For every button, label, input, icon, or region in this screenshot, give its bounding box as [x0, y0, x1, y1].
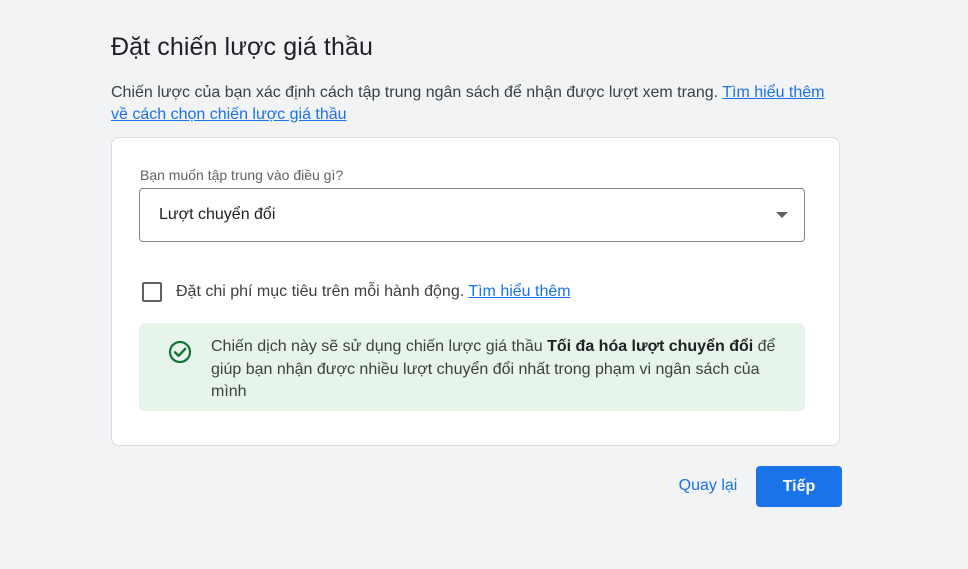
target-cost-row: Đặt chi phí mục tiêu trên mỗi hành động.…	[142, 281, 571, 303]
check-circle-icon	[168, 340, 192, 364]
strategy-info-text: Chiến dịch này sẽ sử dụng chiến lược giá…	[211, 336, 781, 404]
strategy-info-box: Chiến dịch này sẽ sử dụng chiến lược giá…	[139, 323, 805, 411]
info-text-before: Chiến dịch này sẽ sử dụng chiến lược giá…	[211, 338, 548, 355]
intro-text: Chiến lược của bạn xác định cách tập tru…	[111, 84, 723, 101]
focus-select-value: Lượt chuyển đổi	[159, 206, 276, 223]
next-button[interactable]: Tiếp	[756, 466, 842, 507]
dropdown-arrow-icon	[776, 212, 788, 218]
target-cost-label: Đặt chi phí mục tiêu trên mỗi hành động.…	[176, 283, 571, 301]
target-cost-learn-more-link[interactable]: Tìm hiểu thêm	[468, 283, 570, 300]
page-title: Đặt chiến lược giá thầu	[111, 33, 373, 61]
back-button[interactable]: Quay lại	[668, 466, 748, 506]
info-strategy-name: Tối đa hóa lượt chuyển đổi	[547, 338, 754, 355]
page-intro: Chiến lược của bạn xác định cách tập tru…	[111, 82, 841, 126]
bidding-strategy-card: Bạn muốn tập trung vào điều gì? Lượt chu…	[111, 137, 840, 446]
focus-label: Bạn muốn tập trung vào điều gì?	[140, 167, 344, 183]
target-cost-label-text: Đặt chi phí mục tiêu trên mỗi hành động.	[176, 283, 469, 300]
focus-select[interactable]: Lượt chuyển đổi	[139, 188, 805, 242]
target-cost-checkbox[interactable]	[142, 282, 162, 302]
